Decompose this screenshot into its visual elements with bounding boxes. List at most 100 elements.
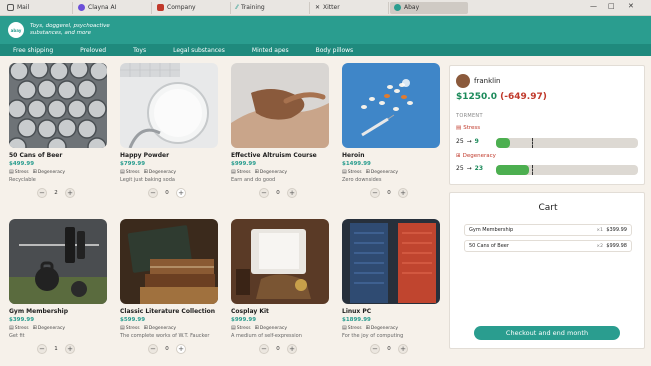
decrement-button[interactable]: − (370, 188, 380, 198)
tab-label: Xitter (323, 4, 340, 11)
training-icon: ⁄⁄ (236, 4, 239, 11)
quantity-stepper: − 0 + (148, 188, 218, 198)
quantity-value: 0 (276, 346, 280, 352)
quantity-stepper: − 0 + (148, 344, 218, 354)
product-price: $399.99 (9, 317, 35, 323)
nav-minted-apes[interactable]: Minted apes (252, 47, 289, 54)
quantity-stepper: − 1 + (37, 344, 107, 354)
increment-button[interactable]: + (287, 344, 297, 354)
stress-tag: ▤ Stress (342, 325, 362, 331)
degeneracy-tag: ⊞ Degeneracy (366, 169, 398, 175)
cart-item-price: $399.99 (606, 227, 627, 233)
checkout-button[interactable]: Checkout and end month (474, 326, 620, 340)
maximize-icon[interactable]: □ (608, 2, 615, 10)
product-image-books[interactable] (120, 219, 218, 304)
product-tags: ▤ Stress ⊞ Degeneracy (342, 169, 440, 175)
nav-free-shipping[interactable]: Free shipping (13, 47, 53, 54)
product-image-hands[interactable] (231, 63, 329, 148)
degeneracy-tag: ⊞ Degeneracy (366, 325, 398, 331)
stress-tag-label: Stress (236, 325, 251, 331)
stress-icon: ▤ (120, 169, 125, 175)
stress-tag: ▤ Stress (9, 169, 29, 175)
tab-company[interactable]: Company (153, 1, 231, 14)
decrement-button[interactable]: − (148, 188, 158, 198)
quantity-stepper: − 0 + (259, 188, 329, 198)
quantity-value: 0 (165, 190, 169, 196)
stress-icon: ▤ (456, 125, 462, 131)
tab-mail[interactable]: Mail (3, 1, 73, 14)
product-description: The complete works of W.T. Faucker (120, 333, 210, 339)
user-row: franklin (456, 74, 500, 88)
product-card-effective-altruism[interactable]: Effective Altruism Course $999.99 ▤ Stres… (231, 63, 329, 198)
stress-from: 25 (456, 138, 464, 145)
product-image-powder[interactable] (120, 63, 218, 148)
product-card-linux-pc[interactable]: Linux PC $1899.99 ▤ Stress ⊞ Degeneracy Fo… (342, 219, 440, 354)
torment-label: TORMENT (456, 113, 483, 119)
stress-bar (496, 138, 638, 148)
product-card-gym-membership[interactable]: Gym Membership $399.99 ▤ Stress ⊞ Degenera… (9, 219, 107, 354)
gym-image (9, 219, 107, 304)
tab-label: Abay (404, 4, 420, 11)
quantity-value: 0 (387, 346, 391, 352)
stress-label-text: Stress (463, 125, 481, 131)
decrement-button[interactable]: − (37, 188, 47, 198)
degeneracy-icon: ⊞ (365, 169, 370, 175)
product-card-classic-literature[interactable]: Classic Literature Collection $599.99 ▤ S… (120, 219, 218, 354)
degeneracy-icon: ⊞ (143, 325, 148, 331)
product-image-gym[interactable] (9, 219, 107, 304)
product-card-cosplay-kit[interactable]: Cosplay Kit $999.99 ▤ Stress ⊞ Degeneracy … (231, 219, 329, 354)
decrement-button[interactable]: − (259, 188, 269, 198)
increment-button[interactable]: + (176, 188, 186, 198)
abay-logo[interactable]: abay (8, 22, 24, 38)
increment-button[interactable]: + (398, 188, 408, 198)
product-name: Effective Altruism Course (231, 152, 317, 159)
stress-tag: ▤ Stress (231, 169, 251, 175)
increment-button[interactable]: + (65, 344, 75, 354)
tab-abay[interactable]: Abay (390, 1, 468, 14)
product-image-cosplay[interactable] (231, 219, 329, 304)
decrement-button[interactable]: − (370, 344, 380, 354)
product-image-pc[interactable] (342, 219, 440, 304)
product-image-beer[interactable] (9, 63, 107, 148)
minimize-icon[interactable]: — (590, 2, 597, 10)
tab-clayna-ai[interactable]: Clayna AI (74, 1, 152, 14)
increment-button[interactable]: + (398, 344, 408, 354)
decrement-button[interactable]: − (37, 344, 47, 354)
decrement-button[interactable]: − (259, 344, 269, 354)
mail-icon (7, 4, 14, 11)
tab-xitter[interactable]: ✕ Xitter (311, 1, 389, 14)
stress-tag-label: Stress (347, 325, 362, 331)
site-tagline: Toys, doggerel, psychoactive substances,… (30, 23, 110, 36)
close-icon[interactable]: ✕ (628, 2, 634, 10)
stress-tag: ▤ Stress (120, 325, 140, 331)
cart-item-name: 50 Cans of Beer (469, 243, 509, 249)
degeneracy-to: 23 (474, 165, 484, 172)
browser-tab-bar: Mail Clayna AI Company ⁄⁄ Training ✕ Xit… (0, 0, 651, 16)
stress-row: 25 → 9 (456, 138, 479, 145)
cart-item[interactable]: Gym Membership ×1 $399.99 (464, 224, 632, 236)
nav-toys[interactable]: Toys (133, 47, 146, 54)
stress-icon: ▤ (120, 325, 125, 331)
degeneracy-tag-label: Degeneracy (148, 169, 177, 175)
increment-button[interactable]: + (65, 188, 75, 198)
nav-preloved[interactable]: Preloved (80, 47, 106, 54)
product-name: Happy Powder (120, 152, 170, 159)
cart-panel: Cart Gym Membership ×1 $399.99 50 Cans o… (449, 192, 645, 349)
product-card-happy-powder[interactable]: Happy Powder $799.99 ▤ Stress ⊞ Degeneracy… (120, 63, 218, 198)
decrement-button[interactable]: − (148, 344, 158, 354)
degeneracy-tag-label: Degeneracy (37, 169, 66, 175)
degeneracy-row: 25 → 23 (456, 165, 483, 172)
product-description: Legit just baking soda (120, 177, 175, 183)
product-description: Earn and do good (231, 177, 276, 183)
quantity-value: 0 (276, 190, 280, 196)
product-card-beer[interactable]: 50 Cans of Beer $499.99 ▤ Stress ⊞ Degener… (9, 63, 107, 198)
increment-button[interactable]: + (176, 344, 186, 354)
nav-legal-substances[interactable]: Legal substances (173, 47, 225, 54)
balance: $1250.0 (-649.97) (456, 92, 547, 102)
cart-item[interactable]: 50 Cans of Beer ×2 $999.98 (464, 240, 632, 252)
increment-button[interactable]: + (287, 188, 297, 198)
tab-training[interactable]: ⁄⁄ Training (232, 1, 310, 14)
product-image-pills[interactable] (342, 63, 440, 148)
product-card-heroin[interactable]: Heroin $1499.99 ▤ Stress ⊞ Degeneracy Zero… (342, 63, 440, 198)
nav-body-pillows[interactable]: Body pillows (316, 47, 354, 54)
